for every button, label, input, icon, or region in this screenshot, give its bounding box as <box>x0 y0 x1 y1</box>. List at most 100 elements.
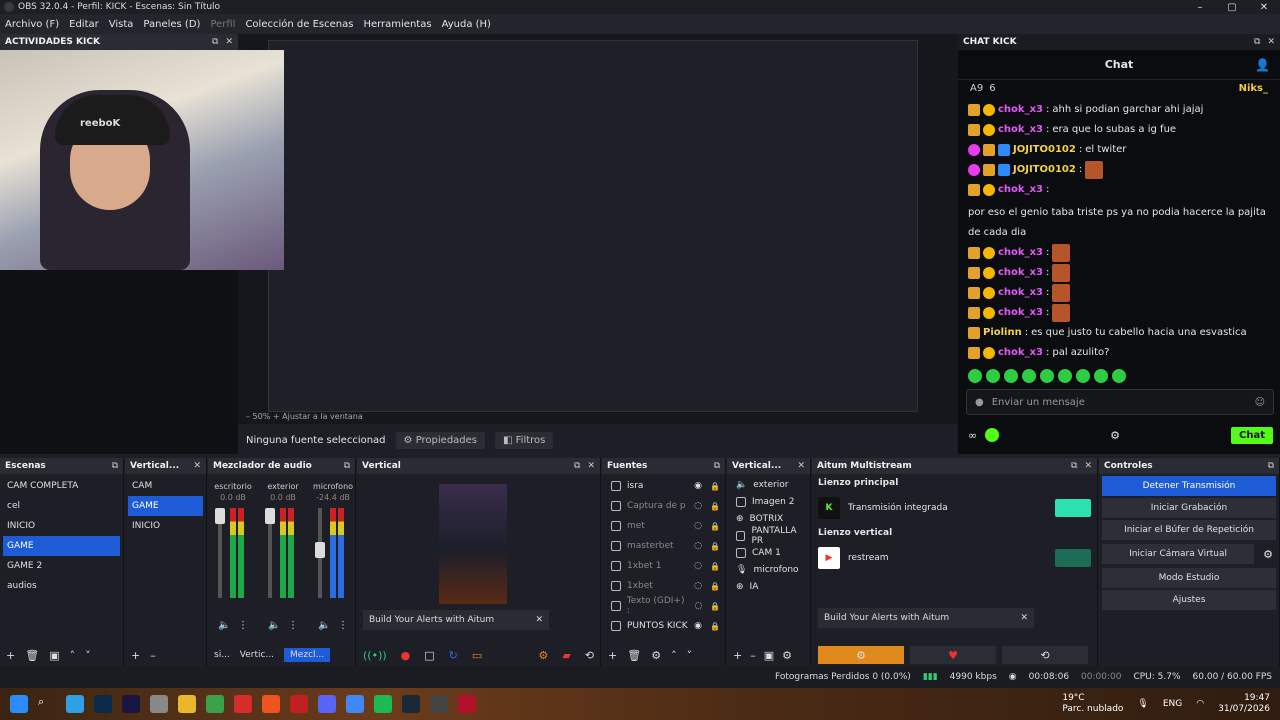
photoshop-icon[interactable] <box>94 695 112 713</box>
stream-icon[interactable]: ((•)) <box>363 649 387 662</box>
vertical-source-row[interactable]: ⊕ BOTRIX <box>730 510 807 527</box>
scene-item[interactable]: CAM COMPLETA <box>3 476 120 496</box>
store-icon[interactable] <box>150 695 168 713</box>
menu-help[interactable]: Ayuda (H) <box>437 19 496 30</box>
start-virtual-cam-button[interactable]: Iniciar Cámara Virtual <box>1102 544 1255 564</box>
settings-icon[interactable]: ⚙ <box>538 649 548 662</box>
start-replay-buffer-button[interactable]: Iniciar el Búfer de Repetición <box>1102 520 1276 540</box>
folder-icon[interactable]: ▭ <box>472 649 482 662</box>
float-icon[interactable]: ⧉ <box>212 37 218 47</box>
speaker-icon[interactable]: 🔈 <box>218 620 230 631</box>
windows-start-icon[interactable] <box>10 695 28 713</box>
more-icon[interactable]: ⋮ <box>288 620 298 631</box>
mic-icon[interactable]: 🎙 <box>1137 699 1148 709</box>
vertical-preview[interactable] <box>439 484 507 604</box>
vertical-source-row[interactable]: PANTALLA PR <box>730 526 807 546</box>
menu-profile[interactable]: Perfil <box>205 19 240 30</box>
source-row[interactable]: 1xbet 1 ◌ 🔒 <box>605 556 722 576</box>
mixer-tab-active[interactable]: Mezcl... <box>284 648 331 662</box>
clock[interactable]: 19:47 31/07/2026 <box>1218 693 1270 715</box>
scene-item[interactable]: audios <box>3 576 120 596</box>
aitum-alerts-banner[interactable]: Build Your Alerts with Aitum ✕ <box>818 608 1034 628</box>
settings-icon[interactable]: ⚙ <box>782 649 792 662</box>
remove-icon[interactable]: – <box>750 649 756 662</box>
up-icon[interactable]: ˄ <box>70 649 76 662</box>
float-icon[interactable]: ⧉ <box>1071 461 1077 471</box>
menu-file[interactable]: Archivo (F) <box>0 19 64 30</box>
stream-toggle[interactable] <box>1055 499 1091 517</box>
zoom-in-icon[interactable]: + <box>273 412 280 421</box>
zoom-out-icon[interactable]: – <box>246 412 250 421</box>
chat-input[interactable]: ● Enviar un mensaje ☺ <box>966 389 1274 415</box>
obs-icon[interactable] <box>430 695 448 713</box>
edge-icon[interactable] <box>66 695 84 713</box>
steam-icon[interactable] <box>402 695 420 713</box>
studio-icon[interactable]: ⟲ <box>585 649 600 662</box>
refresh-icon[interactable]: ⟲ <box>1002 646 1088 664</box>
maximize-icon[interactable]: ▢ <box>1216 2 1248 13</box>
settings-icon[interactable]: ⚙ <box>818 646 904 664</box>
mixer-tab[interactable]: si... <box>214 650 230 660</box>
menu-docks[interactable]: Paneles (D) <box>138 19 205 30</box>
replay-icon[interactable]: ↻ <box>449 649 458 662</box>
close-icon[interactable]: ✕ <box>225 37 233 47</box>
menu-view[interactable]: Vista <box>104 19 139 30</box>
close-icon[interactable]: ✕ <box>1084 461 1092 471</box>
fit-window-select[interactable]: Ajustar a la ventana <box>282 412 363 421</box>
spotify-icon[interactable] <box>374 695 392 713</box>
scene-item[interactable]: cel <box>3 496 120 516</box>
remove-icon[interactable]: – <box>150 649 156 662</box>
vertical-scene-item[interactable]: CAM <box>128 476 203 496</box>
start-recording-button[interactable]: Iniciar Grabación <box>1102 498 1276 518</box>
chat-send-button[interactable]: Chat <box>1230 426 1273 444</box>
vertical-scene-item[interactable]: INICIO <box>128 516 203 536</box>
vertical-source-row[interactable]: ⊕ IA <box>730 578 807 595</box>
scene-item[interactable]: GAME 2 <box>3 556 120 576</box>
float-icon[interactable]: ⧉ <box>714 461 720 471</box>
minimize-icon[interactable]: – <box>1184 2 1216 13</box>
up-icon[interactable]: ˄ <box>671 649 677 662</box>
add-icon[interactable]: + <box>733 649 742 662</box>
speaker-icon[interactable]: 🔈 <box>318 620 330 631</box>
vertical-source-row[interactable]: CAM 1 <box>730 544 807 561</box>
menu-tools[interactable]: Herramientas <box>358 19 436 30</box>
more-icon[interactable]: ⋮ <box>238 620 248 631</box>
close-icon[interactable]: ✕ <box>1248 2 1280 13</box>
emoji-icon[interactable]: ☺ <box>1255 397 1265 408</box>
filter-icon[interactable]: ▣ <box>764 649 774 662</box>
source-row[interactable]: 1xbet ◌ 🔒 <box>605 576 722 596</box>
studio-mode-button[interactable]: Modo Estudio <box>1102 568 1276 588</box>
down-icon[interactable]: ˅ <box>85 649 91 662</box>
virtualcam-icon[interactable]: ▰ <box>562 649 570 662</box>
speaker-icon[interactable]: 🔈 <box>268 620 280 631</box>
virtual-cam-settings-icon[interactable]: ⚙ <box>1257 548 1279 561</box>
float-icon[interactable]: ⧉ <box>1268 461 1274 471</box>
stop-icon[interactable]: □ <box>424 649 434 662</box>
aitum-alerts-banner[interactable]: Build Your Alerts with Aitum ✕ <box>363 610 549 630</box>
fader-knob[interactable] <box>215 508 225 524</box>
vertical-source-row[interactable]: 🎙 microfono <box>730 561 807 578</box>
vertical-source-row[interactable]: Imagen 2 <box>730 493 807 510</box>
minecraft-icon[interactable] <box>206 695 224 713</box>
delete-icon[interactable]: 🗑 <box>25 649 39 662</box>
settings-gear-icon[interactable]: ⚙ <box>1110 429 1120 442</box>
infinity-icon[interactable]: ∞ <box>968 429 977 442</box>
app-icon[interactable] <box>234 695 252 713</box>
more-icon[interactable]: ⋮ <box>338 620 348 631</box>
chrome-icon[interactable] <box>346 695 364 713</box>
stop-stream-button[interactable]: Detener Transmisión <box>1102 476 1276 496</box>
source-row[interactable]: masterbet ◌ 🔒 <box>605 536 722 556</box>
close-icon[interactable]: ✕ <box>1267 37 1275 47</box>
source-row[interactable]: Captura de p ◌ 🔒 <box>605 496 722 516</box>
folder-icon[interactable] <box>178 695 196 713</box>
mixer-tab[interactable]: Vertic... <box>234 648 280 662</box>
float-icon[interactable]: ⧉ <box>344 461 350 471</box>
close-icon[interactable]: ✕ <box>797 461 805 471</box>
source-row[interactable]: met ◌ 🔒 <box>605 516 722 536</box>
properties-button[interactable]: ⚙ Propiedades <box>395 431 486 449</box>
add-icon[interactable]: + <box>608 649 617 662</box>
add-icon[interactable]: + <box>131 649 140 662</box>
wifi-icon[interactable]: ◠ <box>1196 699 1204 709</box>
menu-scene-collection[interactable]: Colección de Escenas <box>240 19 358 30</box>
settings-icon[interactable]: ⚙ <box>651 649 661 662</box>
